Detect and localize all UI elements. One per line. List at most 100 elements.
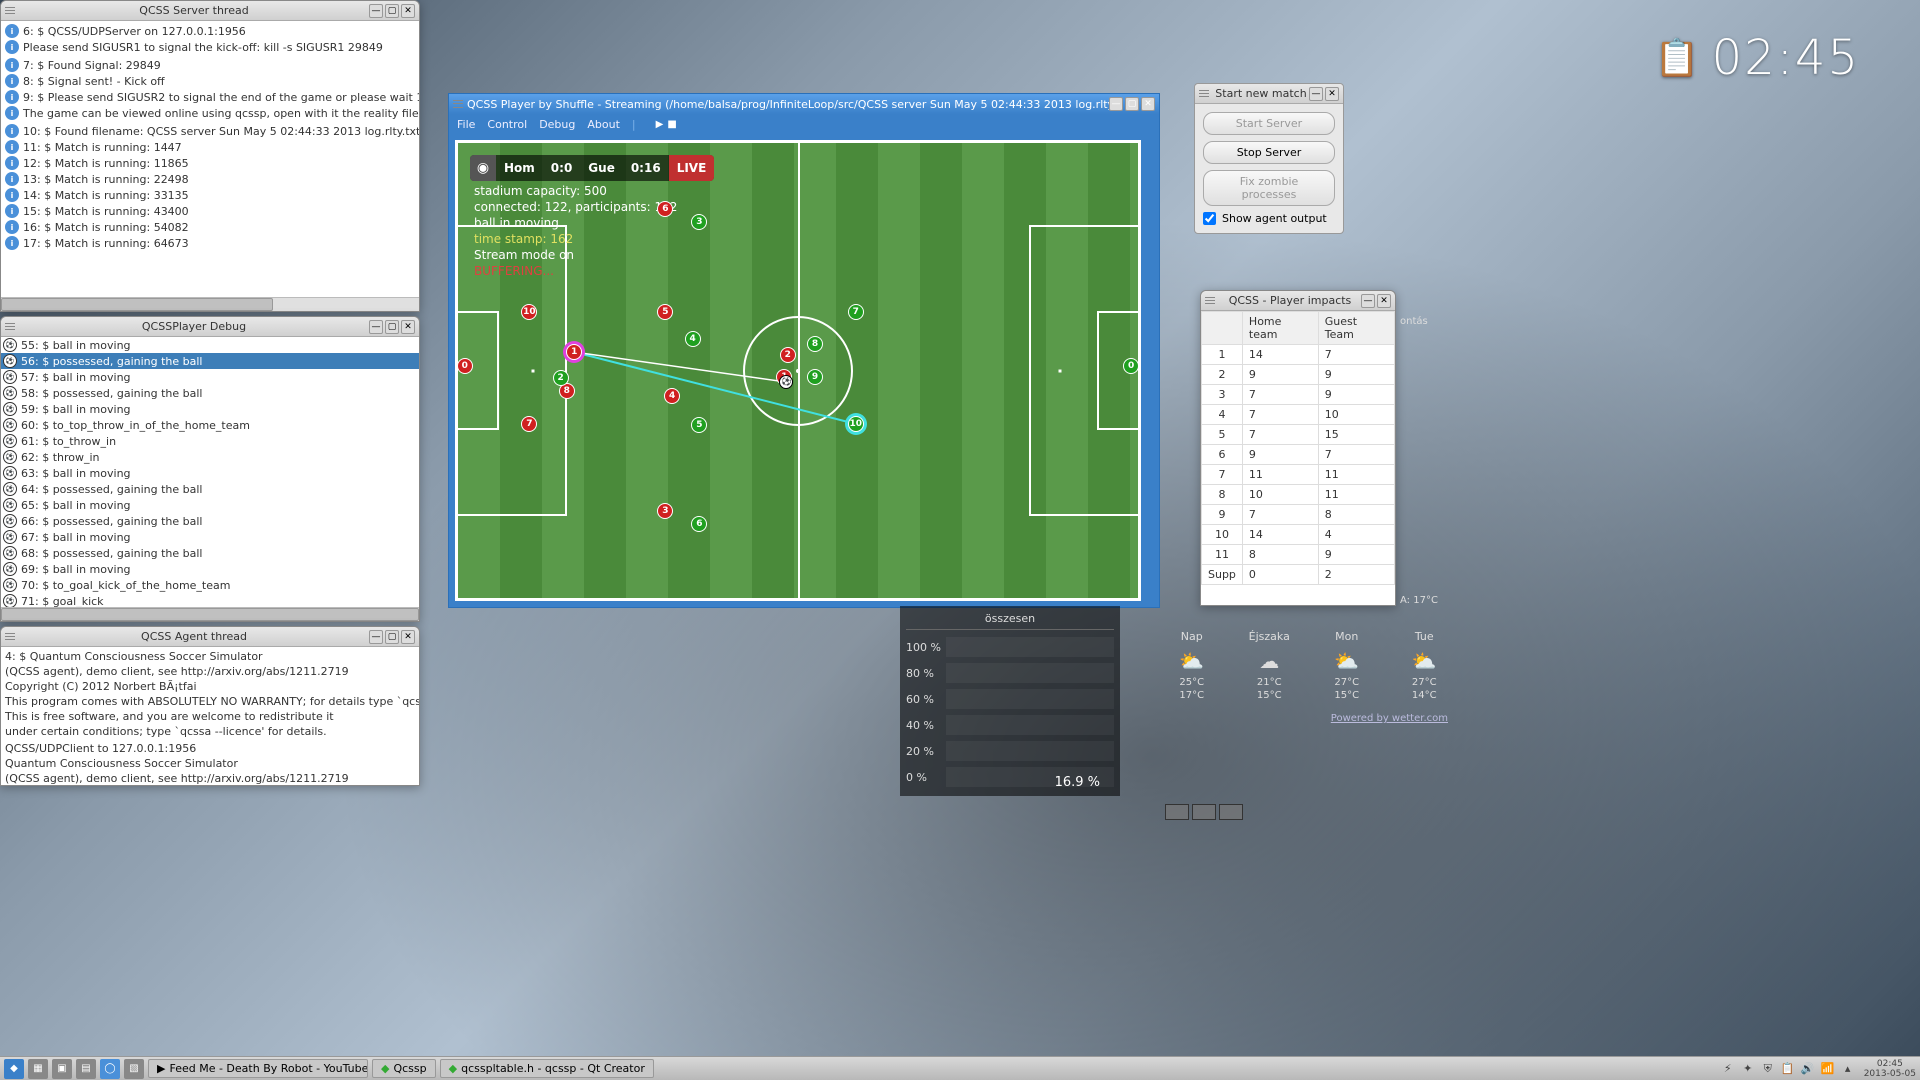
log-line[interactable]: ⚽62: $ throw_in xyxy=(1,449,419,465)
close-button[interactable]: ✕ xyxy=(401,630,415,644)
log-line[interactable]: iThe game can be viewed online using qcs… xyxy=(3,105,417,121)
titlebar[interactable]: Start new match — ✕ xyxy=(1195,84,1343,104)
log-line[interactable]: ⚽63: $ ball in moving xyxy=(1,465,419,481)
debug-log[interactable]: ⚽55: $ ball in moving⚽56: $ possessed, g… xyxy=(1,337,419,607)
close-button[interactable]: ✕ xyxy=(1377,294,1391,308)
pager-box[interactable] xyxy=(1219,804,1243,820)
close-button[interactable]: ✕ xyxy=(1325,87,1339,101)
task-item[interactable]: ▶Feed Me - Death By Robot - YouTube xyxy=(148,1059,368,1078)
titlebar[interactable]: QCSS - Player impacts — ✕ xyxy=(1201,291,1395,311)
maximize-button[interactable]: ▢ xyxy=(385,4,399,18)
player-green-7[interactable]: 7 xyxy=(848,304,864,320)
log-line[interactable]: i7: $ Found Signal: 29849 xyxy=(3,57,417,73)
log-line[interactable]: i10: $ Found filename: QCSS server Sun M… xyxy=(3,123,417,139)
fix-zombie-button[interactable]: Fix zombie processes xyxy=(1203,170,1335,206)
stop-icon[interactable]: ■ xyxy=(667,119,676,130)
maximize-button[interactable]: ▢ xyxy=(1125,97,1139,111)
player-red-0[interactable]: 0 xyxy=(457,358,473,374)
log-line[interactable]: ⚽71: $ goal_kick xyxy=(1,593,419,607)
log-line[interactable]: i9: $ Please send SIGUSR2 to signal the … xyxy=(3,89,417,105)
player-green-9[interactable]: 9 xyxy=(807,369,823,385)
log-line[interactable]: ⚽56: $ possessed, gaining the ball xyxy=(1,353,419,369)
pager-box[interactable] xyxy=(1192,804,1216,820)
log-line[interactable]: i14: $ Match is running: 33135 xyxy=(3,187,417,203)
close-button[interactable]: ✕ xyxy=(1141,97,1155,111)
menu-debug[interactable]: Debug xyxy=(539,118,575,131)
log-line[interactable]: iPlease send SIGUSR1 to signal the kick-… xyxy=(3,39,417,55)
log-line[interactable]: ⚽58: $ possessed, gaining the ball xyxy=(1,385,419,401)
minimize-button[interactable]: — xyxy=(1361,294,1375,308)
log-line[interactable]: i13: $ Match is running: 22498 xyxy=(3,171,417,187)
soccer-field[interactable]: ◉ Hom 0:0 Gue 0:16 LIVE stadium capacity… xyxy=(455,140,1141,601)
player-green-3[interactable]: 3 xyxy=(691,214,707,230)
player-red-7[interactable]: 7 xyxy=(521,416,537,432)
log-line[interactable]: ⚽55: $ ball in moving xyxy=(1,337,419,353)
player-green-4[interactable]: 4 xyxy=(685,331,701,347)
checkbox-input[interactable] xyxy=(1203,212,1216,225)
titlebar[interactable]: QCSS Agent thread — ▢ ✕ xyxy=(1,627,419,647)
activity-icon[interactable]: ▦ xyxy=(28,1059,48,1079)
player-green-8[interactable]: 8 xyxy=(807,336,823,352)
terminal-icon[interactable]: ▣ xyxy=(52,1059,72,1079)
log-line[interactable]: ⚽59: $ ball in moving xyxy=(1,401,419,417)
log-line[interactable]: ⚽65: $ ball in moving xyxy=(1,497,419,513)
player-red-1[interactable]: 1 xyxy=(566,344,582,360)
player-green-0[interactable]: 0 xyxy=(1123,358,1139,374)
player-red-5[interactable]: 5 xyxy=(657,304,673,320)
stop-server-button[interactable]: Stop Server xyxy=(1203,141,1335,164)
titlebar[interactable]: QCSS Player by Shuffle - Streaming (/hom… xyxy=(449,94,1159,114)
log-line[interactable]: i11: $ Match is running: 1447 xyxy=(3,139,417,155)
player-red-6[interactable]: 6 xyxy=(657,201,673,217)
tray-clock[interactable]: 02:45 2013-05-05 xyxy=(1864,1059,1916,1079)
battery-icon[interactable]: ⚡ xyxy=(1720,1061,1736,1077)
player-red-4[interactable]: 4 xyxy=(664,388,680,404)
pager-box[interactable] xyxy=(1165,804,1189,820)
log-line[interactable]: ⚽60: $ to_top_throw_in_of_the_home_team xyxy=(1,417,419,433)
titlebar[interactable]: QCSS Server thread — ▢ ✕ xyxy=(1,1,419,21)
volume-icon[interactable]: 🔊 xyxy=(1800,1061,1816,1077)
log-line[interactable]: i8: $ Signal sent! - Kick off xyxy=(3,73,417,89)
player-green-6[interactable]: 6 xyxy=(691,516,707,532)
weather-credit[interactable]: Powered by wetter.com xyxy=(1168,713,1448,724)
log-line[interactable]: i6: $ QCSS/UDPServer on 127.0.0.1:1956 xyxy=(3,23,417,39)
minimize-button[interactable]: — xyxy=(369,4,383,18)
scrollbar-horizontal[interactable] xyxy=(1,297,419,311)
log-line[interactable]: ⚽61: $ to_throw_in xyxy=(1,433,419,449)
play-icon[interactable]: ▶ xyxy=(656,119,664,130)
updates-icon[interactable]: ✦ xyxy=(1740,1061,1756,1077)
start-menu-icon[interactable]: ◆ xyxy=(4,1059,24,1079)
task-item[interactable]: ◆Qcssp xyxy=(372,1059,436,1078)
player-red-3[interactable]: 3 xyxy=(657,503,673,519)
menu-file[interactable]: File xyxy=(457,118,475,131)
log-line[interactable]: ⚽67: $ ball in moving xyxy=(1,529,419,545)
minimize-button[interactable]: — xyxy=(369,320,383,334)
titlebar[interactable]: QCSSPlayer Debug — ▢ ✕ xyxy=(1,317,419,337)
browser-icon[interactable]: ◯ xyxy=(100,1059,120,1079)
clipboard-icon[interactable]: 📋 xyxy=(1780,1061,1796,1077)
log-line[interactable]: ⚽70: $ to_goal_kick_of_the_home_team xyxy=(1,577,419,593)
scrollbar-horizontal[interactable] xyxy=(1,607,419,621)
close-button[interactable]: ✕ xyxy=(401,320,415,334)
log-line[interactable]: ⚽57: $ ball in moving xyxy=(1,369,419,385)
files-icon[interactable]: ▤ xyxy=(76,1059,96,1079)
menu-about[interactable]: About xyxy=(587,118,620,131)
player-green-5[interactable]: 5 xyxy=(691,417,707,433)
log-line[interactable]: i16: $ Match is running: 54082 xyxy=(3,219,417,235)
log-line[interactable]: i15: $ Match is running: 43400 xyxy=(3,203,417,219)
maximize-button[interactable]: ▢ xyxy=(385,320,399,334)
player-red-2[interactable]: 2 xyxy=(780,347,796,363)
server-log[interactable]: i6: $ QCSS/UDPServer on 127.0.0.1:1956iP… xyxy=(1,21,419,297)
player-green-10[interactable]: 10 xyxy=(848,416,864,432)
minimize-button[interactable]: — xyxy=(1109,97,1123,111)
log-line[interactable]: ⚽64: $ possessed, gaining the ball xyxy=(1,481,419,497)
player-red-10[interactable]: 10 xyxy=(521,304,537,320)
log-line[interactable]: i17: $ Match is running: 64673 xyxy=(3,235,417,251)
app-icon[interactable]: ▧ xyxy=(124,1059,144,1079)
close-button[interactable]: ✕ xyxy=(401,4,415,18)
minimize-button[interactable]: — xyxy=(369,630,383,644)
log-line[interactable]: ⚽68: $ possessed, gaining the ball xyxy=(1,545,419,561)
agent-log[interactable]: 4: $ Quantum Consciousness Soccer Simula… xyxy=(1,647,419,785)
maximize-button[interactable]: ▢ xyxy=(385,630,399,644)
menu-control[interactable]: Control xyxy=(487,118,527,131)
network-icon[interactable]: 📶 xyxy=(1820,1061,1836,1077)
